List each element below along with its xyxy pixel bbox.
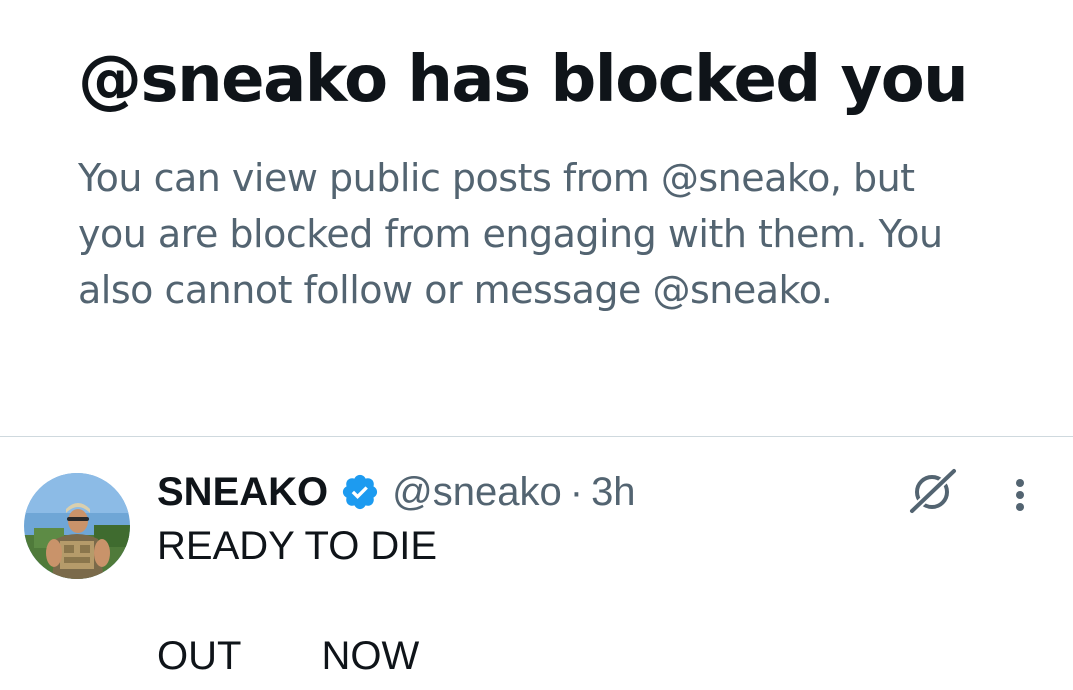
timestamp[interactable]: 3h (591, 470, 636, 515)
blocked-title: @sneako has blocked you (78, 43, 969, 117)
post-text-line-2: OUT NOW (157, 633, 419, 679)
post[interactable]: SNEAKO @sneako · 3h READY TO DIE OUT NOW (0, 437, 1073, 690)
grok-icon[interactable] (908, 467, 958, 515)
verified-badge-icon[interactable] (340, 472, 380, 512)
display-name[interactable]: SNEAKO (157, 470, 328, 515)
avatar-image (24, 473, 130, 579)
avatar[interactable] (24, 473, 130, 579)
blocked-header: @sneako has blocked you You can view pub… (78, 40, 998, 318)
handle[interactable]: @sneako (392, 470, 562, 515)
post-word-out: OUT (157, 634, 242, 678)
more-options-icon[interactable] (1004, 475, 1036, 515)
post-header: SNEAKO @sneako · 3h (157, 467, 636, 517)
post-word-now: NOW (321, 634, 420, 678)
post-text: READY TO DIE (157, 524, 438, 568)
separator-dot: · (569, 469, 584, 514)
blocked-description: You can view public posts from @sneako, … (78, 156, 943, 312)
